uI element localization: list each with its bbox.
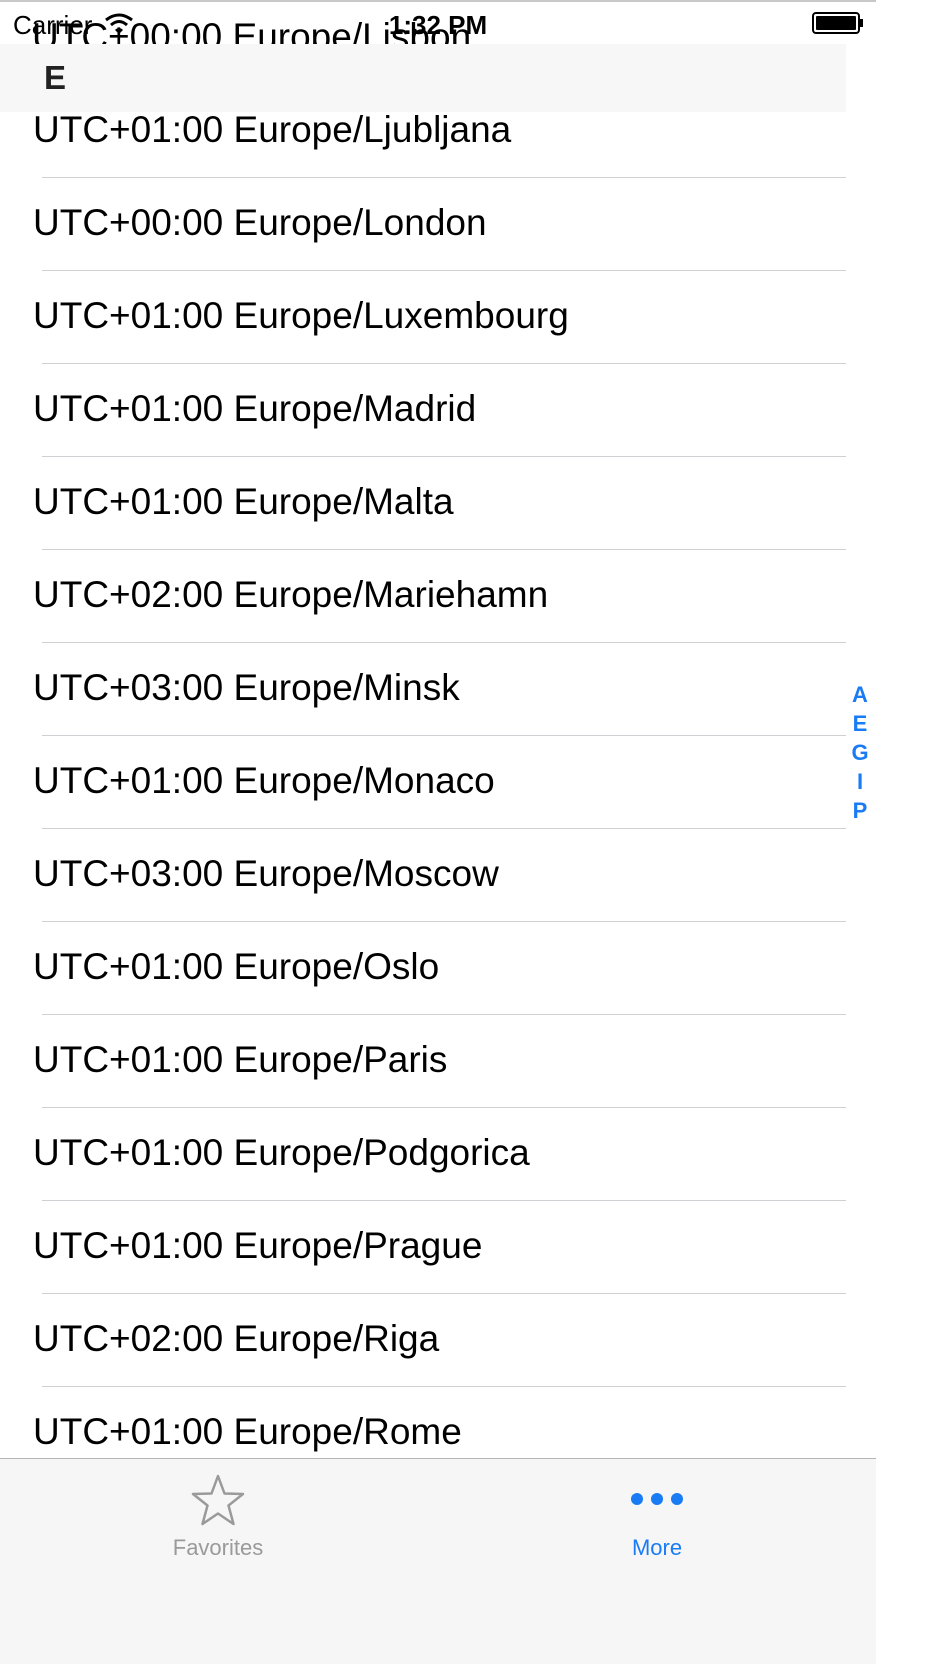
index-letter-p[interactable]: P — [848, 796, 872, 825]
list-item-label: UTC+00:00 Europe/London — [33, 202, 487, 243]
list-item-label: UTC+01:00 Europe/Rome — [33, 1411, 462, 1452]
list-item[interactable]: UTC+01:00 Europe/Podgorica — [0, 1108, 846, 1201]
list-item[interactable]: UTC+01:00 Europe/Luxembourg — [0, 271, 846, 364]
right-gutter — [876, 0, 930, 1664]
more-dots-icon — [631, 1493, 683, 1505]
index-letter-i[interactable]: I — [848, 767, 872, 796]
list-item-label: UTC+02:00 Europe/Riga — [33, 1318, 440, 1359]
list-item-label: UTC+01:00 Europe/Podgorica — [33, 1132, 530, 1173]
section-header: E — [0, 44, 846, 112]
list-item[interactable]: UTC+00:00 Europe/London — [0, 178, 846, 271]
tab-more-label: More — [631, 1535, 683, 1560]
screen: Carrier 1:32 PM UTC+00:00 Europe/Lisbon … — [0, 0, 876, 1664]
index-letter-g[interactable]: G — [848, 738, 872, 767]
list-item-label: UTC+01:00 Europe/Luxembourg — [33, 295, 569, 336]
star-outline-icon — [191, 1474, 245, 1526]
list-item[interactable]: UTC+01:00 Europe/Monaco — [0, 736, 846, 829]
list-item[interactable]: UTC+03:00 Europe/Minsk — [0, 643, 846, 736]
list-item-label: UTC+01:00 Europe/Oslo — [33, 946, 440, 987]
list-item-label: UTC+01:00 Europe/Monaco — [33, 760, 495, 801]
section-header-title: E — [44, 59, 67, 96]
section-index-bar[interactable]: A E G I P — [848, 680, 872, 825]
status-time: 1:32 PM — [388, 10, 488, 40]
index-letter-e[interactable]: E — [848, 709, 872, 738]
list-item[interactable]: UTC+01:00 Europe/Paris — [0, 1015, 846, 1108]
tab-favorites-label: Favorites — [172, 1535, 264, 1560]
list-item-label: UTC+01:00 Europe/Paris — [33, 1039, 448, 1080]
list-item[interactable]: UTC+02:00 Europe/Mariehamn — [0, 550, 846, 643]
list-item-label: UTC+01:00 Europe/Ljubljana — [33, 109, 512, 150]
tab-bar: Favorites More — [0, 1458, 876, 1664]
list-item[interactable]: UTC+01:00 Europe/Prague — [0, 1201, 846, 1294]
list-item[interactable]: UTC+03:00 Europe/Moscow — [0, 829, 846, 922]
list-item[interactable]: UTC+02:00 Europe/Riga — [0, 1294, 846, 1387]
list-item-label: UTC+03:00 Europe/Moscow — [33, 853, 499, 894]
list-item-label: UTC+03:00 Europe/Minsk — [33, 667, 460, 708]
status-bar: Carrier 1:32 PM — [0, 0, 876, 44]
index-letter-a[interactable]: A — [848, 680, 872, 709]
list-item[interactable]: UTC+01:00 Europe/Oslo — [0, 922, 846, 1015]
list-item[interactable]: UTC+01:00 Europe/Madrid — [0, 364, 846, 457]
list-item-label: UTC+01:00 Europe/Malta — [33, 481, 454, 522]
list-item-label: UTC+01:00 Europe/Madrid — [33, 388, 477, 429]
timezone-list[interactable]: UTC+01:00 Europe/Ljubljana UTC+00:00 Eur… — [0, 85, 846, 1480]
list-item-label: UTC+01:00 Europe/Prague — [33, 1225, 483, 1266]
tab-more[interactable]: More — [537, 1459, 777, 1569]
list-item-label: UTC+02:00 Europe/Mariehamn — [33, 574, 549, 615]
battery-icon — [812, 12, 863, 34]
list-item[interactable]: UTC+01:00 Europe/Malta — [0, 457, 846, 550]
tab-favorites[interactable]: Favorites — [98, 1459, 338, 1569]
